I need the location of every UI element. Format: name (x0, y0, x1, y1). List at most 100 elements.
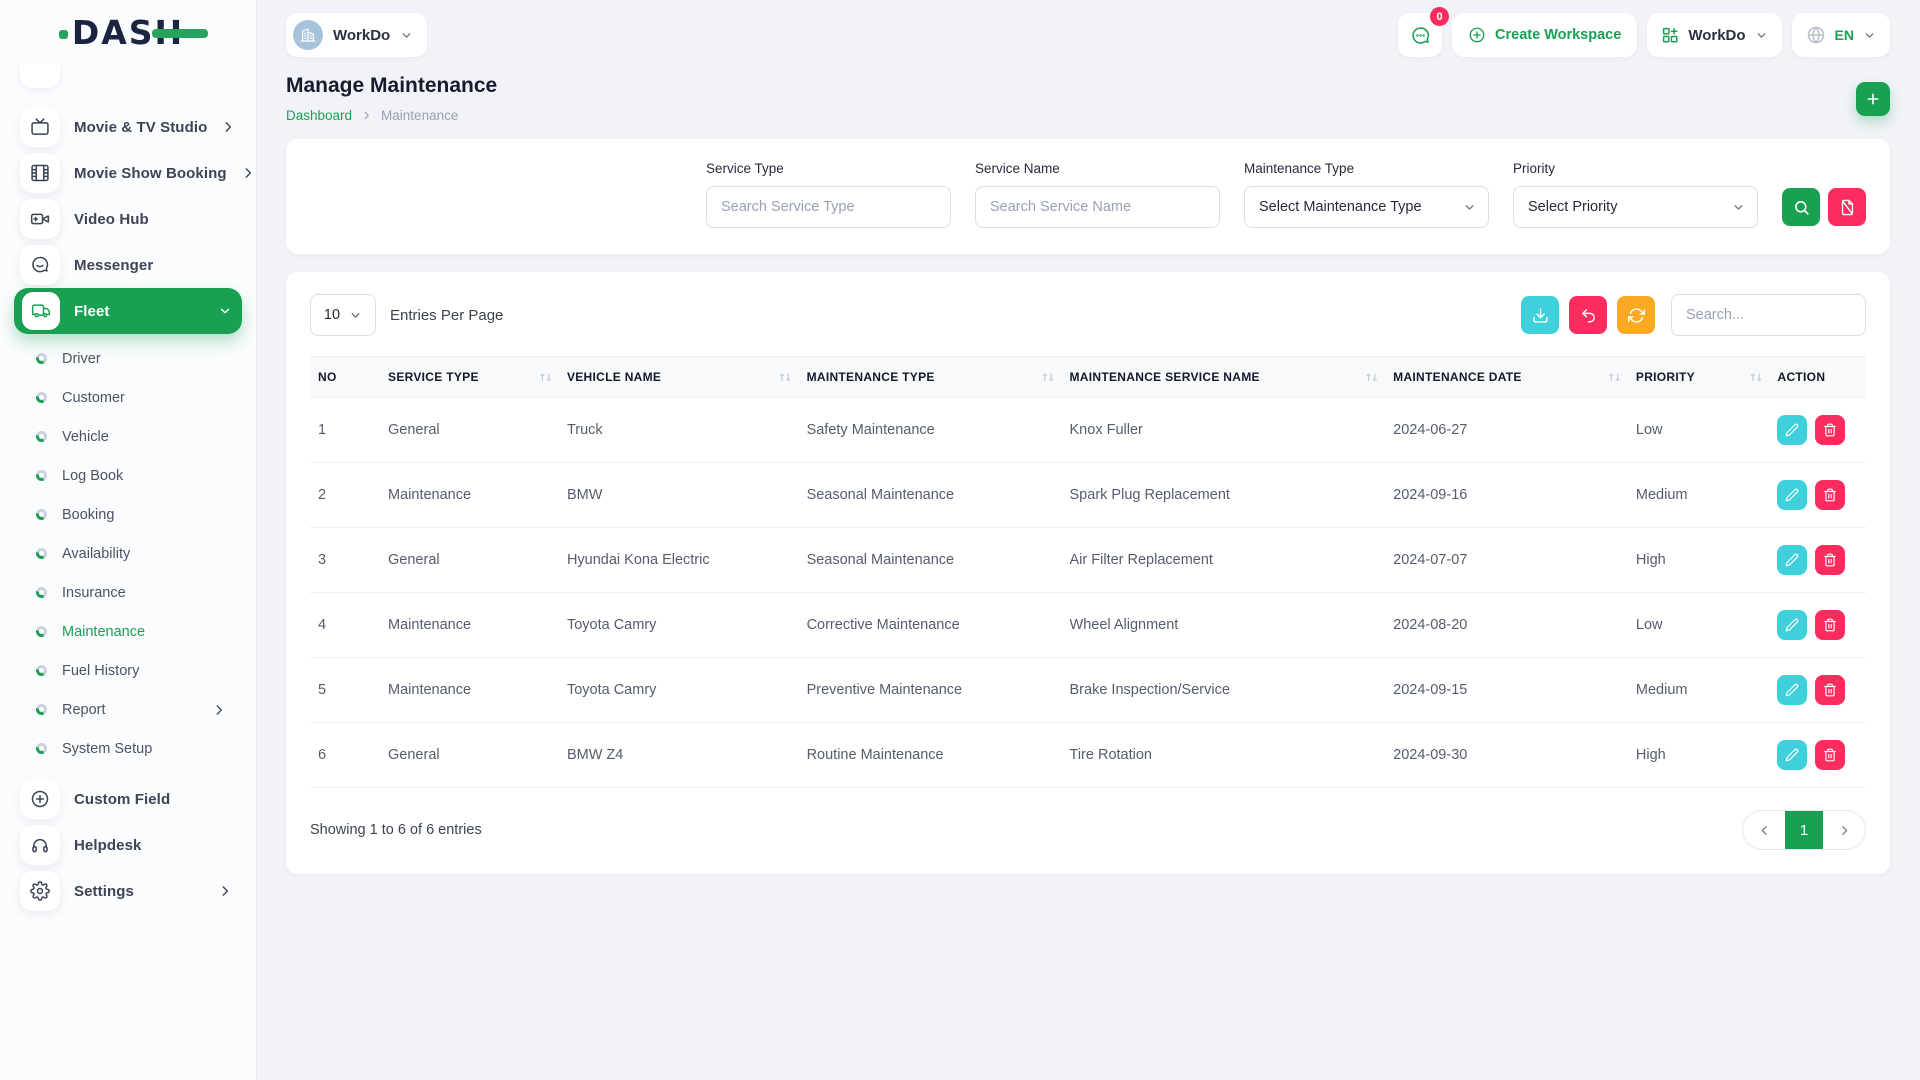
entries-per-page-select[interactable]: 10 (310, 294, 376, 336)
column-header-service-type[interactable]: SERVICE TYPE (380, 357, 559, 398)
bullet-icon (36, 665, 47, 676)
edit-button[interactable] (1777, 610, 1807, 640)
cell-maintenance-date: 2024-06-27 (1385, 398, 1628, 463)
current-page[interactable]: 1 (1785, 811, 1823, 849)
column-header-maintenance-type[interactable]: MAINTENANCE TYPE (799, 357, 1062, 398)
language-selector[interactable]: EN (1792, 13, 1890, 57)
service-type-input[interactable] (706, 186, 951, 228)
workspace-switcher[interactable]: WorkDo (286, 13, 427, 57)
apply-filters-button[interactable] (1782, 188, 1820, 226)
cell-no: 5 (310, 658, 380, 723)
table-row: 4MaintenanceToyota CamryCorrective Maint… (310, 593, 1866, 658)
create-workspace-button[interactable]: Create Workspace (1452, 13, 1637, 57)
prev-page-button[interactable] (1743, 811, 1785, 849)
delete-button[interactable] (1815, 675, 1845, 705)
priority-select[interactable]: Select Priority (1513, 186, 1758, 228)
refresh-button[interactable] (1617, 296, 1655, 334)
edit-button[interactable] (1777, 480, 1807, 510)
app-switcher-label: WorkDo (1688, 27, 1745, 44)
app-switcher[interactable]: WorkDo (1647, 13, 1781, 57)
delete-button[interactable] (1815, 480, 1845, 510)
chevron-right-icon (221, 120, 235, 134)
delete-button[interactable] (1815, 610, 1845, 640)
sidebar-item-report[interactable]: Report (14, 690, 242, 729)
sidebar-item-video-hub[interactable]: Video Hub (14, 196, 242, 242)
sidebar-item-log-book[interactable]: Log Book (14, 456, 242, 495)
chat-bubble-icon (20, 245, 60, 285)
gear-icon (20, 871, 60, 911)
edit-button[interactable] (1777, 740, 1807, 770)
sort-icon (1749, 370, 1762, 384)
cell-no: 2 (310, 463, 380, 528)
cell-no: 3 (310, 528, 380, 593)
sidebar-item-messenger[interactable]: Messenger (14, 242, 242, 288)
table-search-input[interactable] (1671, 294, 1866, 336)
cell-vehicle-name: BMW (559, 463, 799, 528)
create-workspace-label: Create Workspace (1495, 27, 1621, 43)
column-header-action: ACTION (1769, 357, 1866, 398)
filter-label-priority: Priority (1513, 161, 1758, 176)
video-camera-icon (20, 199, 60, 239)
sidebar-item-movie-show-booking[interactable]: Movie Show Booking (14, 150, 242, 196)
sidebar-item-driver[interactable]: Driver (14, 339, 242, 378)
bullet-icon (36, 470, 47, 481)
reset-button[interactable] (1569, 296, 1607, 334)
column-header-label: VEHICLE NAME (567, 370, 661, 384)
sidebar-item-availability[interactable]: Availability (14, 534, 242, 573)
plus-circle-icon (1468, 26, 1486, 44)
cell-maintenance-date: 2024-09-15 (1385, 658, 1628, 723)
sidebar-subitem-label: Log Book (62, 468, 123, 484)
priority-select-value: Select Priority (1528, 199, 1617, 215)
delete-button[interactable] (1815, 545, 1845, 575)
export-button[interactable] (1521, 296, 1559, 334)
sidebar-item-system-setup[interactable]: System Setup (14, 729, 242, 768)
maintenance-type-select[interactable]: Select Maintenance Type (1244, 186, 1489, 228)
brand-logo[interactable]: DASH (0, 0, 256, 64)
cell-actions (1769, 658, 1866, 723)
chevron-down-icon (349, 309, 362, 322)
entries-summary: Showing 1 to 6 of 6 entries (310, 822, 482, 838)
sidebar-subitem-label: Driver (62, 351, 101, 367)
column-header-maintenance-service-name[interactable]: MAINTENANCE SERVICE NAME (1062, 357, 1386, 398)
table-toolbar: 10 Entries Per Page (310, 294, 1866, 336)
sidebar-item-movie-tv-studio[interactable]: Movie & TV Studio (14, 104, 242, 150)
column-header-label: SERVICE TYPE (388, 370, 479, 384)
delete-button[interactable] (1815, 415, 1845, 445)
cell-vehicle-name: Toyota Camry (559, 658, 799, 723)
plus-icon (1865, 91, 1881, 107)
column-header-maintenance-date[interactable]: MAINTENANCE DATE (1385, 357, 1628, 398)
sidebar-item-custom-field[interactable]: Custom Field (14, 776, 242, 822)
table-header-row: NOSERVICE TYPEVEHICLE NAMEMAINTENANCE TY… (310, 357, 1866, 398)
breadcrumb-dashboard-link[interactable]: Dashboard (286, 108, 352, 123)
column-header-vehicle-name[interactable]: VEHICLE NAME (559, 357, 799, 398)
chevron-right-icon (241, 166, 255, 180)
add-maintenance-button[interactable] (1856, 82, 1890, 116)
edit-button[interactable] (1777, 675, 1807, 705)
sidebar-item-settings[interactable]: Settings (14, 868, 242, 914)
sidebar-item-vehicle[interactable]: Vehicle (14, 417, 242, 456)
delete-button[interactable] (1815, 740, 1845, 770)
service-name-input[interactable] (975, 186, 1220, 228)
sidebar-item-insurance[interactable]: Insurance (14, 573, 242, 612)
sidebar-item-label: Video Hub (74, 211, 149, 228)
brand-logo-text: DASH (72, 13, 184, 52)
filter-label-maintenance-type: Maintenance Type (1244, 161, 1489, 176)
sidebar-item-maintenance[interactable]: Maintenance (14, 612, 242, 651)
sidebar-item-customer[interactable]: Customer (14, 378, 242, 417)
search-icon (1793, 199, 1810, 216)
table-toolbar-actions (1521, 294, 1866, 336)
cell-service-type: General (380, 723, 559, 788)
messages-button[interactable]: 0 (1398, 13, 1442, 57)
next-page-button[interactable] (1823, 811, 1865, 849)
sidebar-item-fuel-history[interactable]: Fuel History (14, 651, 242, 690)
sidebar-subitem-label: Booking (62, 507, 114, 523)
column-header-priority[interactable]: PRIORITY (1628, 357, 1770, 398)
sidebar-item-helpdesk[interactable]: Helpdesk (14, 822, 242, 868)
cell-actions (1769, 593, 1866, 658)
sidebar-item-booking[interactable]: Booking (14, 495, 242, 534)
cell-no: 1 (310, 398, 380, 463)
sidebar-item-fleet[interactable]: Fleet (14, 288, 242, 334)
edit-button[interactable] (1777, 545, 1807, 575)
edit-button[interactable] (1777, 415, 1807, 445)
clear-filters-button[interactable] (1828, 188, 1866, 226)
